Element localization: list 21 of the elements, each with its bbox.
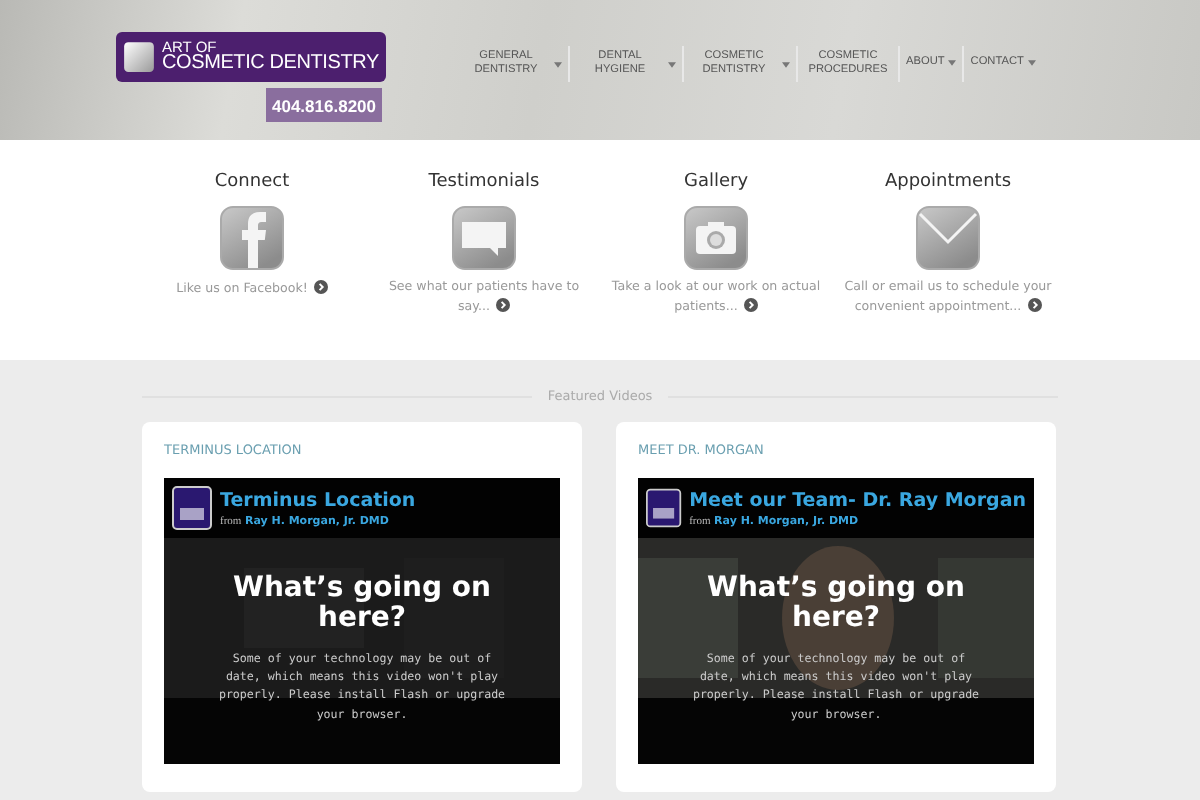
feature-title[interactable]: Testimonials [428, 172, 540, 192]
logo-text: COSMETIC DENTISTRY [162, 54, 379, 75]
video-title[interactable]: Meet our Team- Dr. Ray Morgan [689, 489, 1026, 511]
feature-title[interactable]: Appointments [884, 172, 1012, 192]
video-title[interactable]: Terminus Location [220, 489, 416, 511]
arrow-circle-icon[interactable] [495, 297, 510, 312]
message-title: What’s going on here? [706, 574, 966, 636]
arrow-circle-icon[interactable] [743, 297, 758, 312]
arrow-circle-icon[interactable] [313, 280, 328, 294]
logo-icon [172, 486, 212, 530]
arrow-circle-icon[interactable] [1027, 297, 1042, 312]
speech-bubble-icon[interactable] [452, 206, 516, 270]
camera-icon[interactable] [684, 206, 748, 270]
logo-icon [646, 486, 682, 530]
logo-square-icon [122, 40, 156, 74]
envelope-icon[interactable] [916, 206, 980, 270]
phone-number[interactable]: 404.816.8200 [266, 88, 382, 122]
facebook-icon[interactable] [220, 206, 284, 270]
feature-title[interactable]: Gallery [683, 172, 749, 192]
message-title: What’s going on here? [232, 574, 492, 636]
feature-title[interactable]: Connect [214, 172, 290, 192]
